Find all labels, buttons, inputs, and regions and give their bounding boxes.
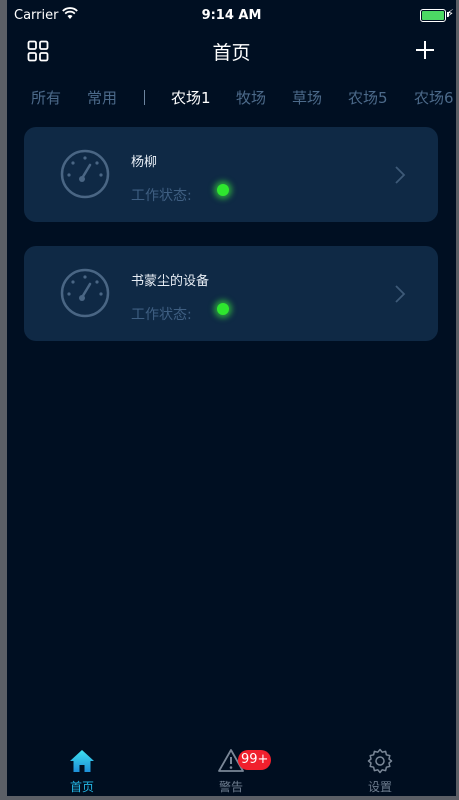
tab-all[interactable]: 所有 xyxy=(31,87,61,108)
tabbar-settings-label: 设置 xyxy=(367,780,392,794)
status-indicator xyxy=(217,184,229,196)
tab-common[interactable]: 常用 xyxy=(87,87,117,108)
gauge-icon xyxy=(60,149,110,199)
tab-ranch[interactable]: 牧场 xyxy=(236,87,266,108)
category-tabs: 所有 常用 农场1 牧场 草场 农场5 农场6 xyxy=(7,74,456,118)
device-name: 书蒙尘的设备 xyxy=(131,274,210,289)
gear-icon xyxy=(367,748,393,774)
alert-count-badge: 99+ xyxy=(238,750,272,770)
bottom-tab-bar: 首页 99+ 警告 设置 xyxy=(7,740,456,796)
app-screen: Carrier 9:14 AM ⚡ 首页 所有 常用 农场1 牧场 草场 农场5… xyxy=(7,0,456,796)
device-frame-left xyxy=(0,0,7,800)
work-status-label: 工作状态: xyxy=(131,307,192,323)
device-name: 杨柳 xyxy=(131,155,158,170)
work-status-label: 工作状态: xyxy=(131,188,192,204)
tabbar-alerts-label: 警告 xyxy=(218,780,243,794)
tabbar-settings[interactable]: 设置 xyxy=(305,740,455,796)
home-icon xyxy=(70,750,94,772)
tabbar-home[interactable]: 首页 xyxy=(7,740,157,796)
status-bar: Carrier 9:14 AM ⚡ xyxy=(7,0,456,30)
nav-bar: 首页 xyxy=(7,30,456,74)
tab-farm-6[interactable]: 农场6 xyxy=(414,87,454,108)
tab-farm-5[interactable]: 农场5 xyxy=(348,87,388,108)
tab-divider xyxy=(144,90,145,105)
device-frame-bottom xyxy=(0,796,459,800)
chevron-right-icon xyxy=(395,166,406,184)
tabbar-home-label: 首页 xyxy=(69,780,94,794)
chevron-right-icon xyxy=(395,285,406,303)
tab-farm-1[interactable]: 农场1 xyxy=(171,87,211,108)
status-indicator xyxy=(217,303,229,315)
tab-grassland[interactable]: 草场 xyxy=(292,87,322,108)
page-title: 首页 xyxy=(212,42,251,64)
battery-icon xyxy=(420,9,446,22)
plus-icon[interactable] xyxy=(414,39,436,61)
charging-icon: ⚡ xyxy=(446,7,454,20)
device-card[interactable]: 书蒙尘的设备 工作状态: xyxy=(24,246,438,341)
status-time: 9:14 AM xyxy=(201,8,262,23)
device-card[interactable]: 杨柳 工作状态: xyxy=(24,127,438,222)
gauge-icon xyxy=(60,268,110,318)
tabbar-alerts[interactable]: 99+ 警告 xyxy=(156,740,306,796)
